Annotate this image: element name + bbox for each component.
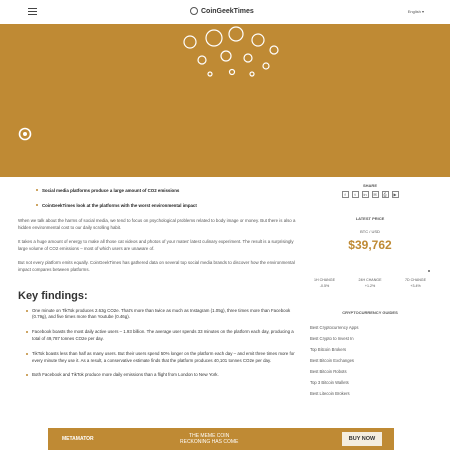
guide-link[interactable]: Best Cryptocurrency Apps <box>310 325 434 330</box>
guide-link[interactable]: Top Bitcoin Brokers <box>310 347 434 352</box>
key-findings-list: One minute on TikTok produces 2.63g CO2e… <box>18 308 303 380</box>
share-buttons: f t in ✉ ⎙ ▶ <box>306 191 434 198</box>
finding-item: One minute on TikTok produces 2.63g CO2e… <box>26 308 303 322</box>
email-share-icon[interactable]: ✉ <box>371 191 379 198</box>
change-label: 1H CHANGE <box>314 278 335 282</box>
summary-bullet: Social media platforms produce a large a… <box>36 188 303 193</box>
language-selector[interactable]: English ▾ <box>408 9 424 14</box>
price-value: $39,762 <box>348 238 392 252</box>
change-value: +1.2% <box>364 284 376 288</box>
twitter-share-icon[interactable]: t <box>351 191 359 198</box>
linkedin-share-icon[interactable]: in <box>361 191 369 198</box>
print-share-icon[interactable]: ⎙ <box>381 191 389 198</box>
share-label: SHARE <box>362 183 377 188</box>
change-value: +3.4% <box>410 284 421 288</box>
guide-link[interactable]: Top 3 Bitcoin Wallets <box>310 380 434 385</box>
summary-bullets: Social media platforms produce a large a… <box>36 188 303 208</box>
article-paragraph: But not every platform emits equally. Co… <box>18 260 295 272</box>
change-label: 24H CHANGE <box>358 278 382 282</box>
article-content: Social media platforms produce a large a… <box>18 180 303 387</box>
change-label: 7D CHANGE <box>405 278 426 282</box>
sidebar: SHARE f t in ✉ ⎙ ▶ LATEST PRICE BTC / US… <box>306 180 434 402</box>
finding-item: Both Facebook and TikTok produce more da… <box>26 372 303 379</box>
brand-watermark-icon <box>18 127 32 141</box>
finding-item: TikTok boasts less than half as many use… <box>26 351 303 365</box>
ad-headline-line-2: RECKONING HAS COME <box>180 439 239 445</box>
logo-icon <box>190 7 198 15</box>
guide-link[interactable]: Best Bitcoin Robots <box>310 369 434 374</box>
latest-price-label: LATEST PRICE <box>355 216 385 221</box>
summary-bullet: CoinGeekTimes look at the platforms with… <box>36 203 303 208</box>
price-change-table: 1H CHANGE -0.5% 24H CHANGE +1.2% 7D CHAN… <box>306 278 434 290</box>
price-pair: BTC / USD <box>360 229 380 234</box>
social-media-icons-illustration <box>183 26 279 77</box>
ad-brand: METAMATOR <box>62 436 94 442</box>
price-change-col: 7D CHANGE +3.4% <box>405 278 426 290</box>
top-bar: CoinGeekTimes English ▾ <box>0 0 450 25</box>
change-value: -0.5% <box>319 284 330 288</box>
facebook-share-icon[interactable]: f <box>341 191 349 198</box>
price-change-col: 1H CHANGE -0.5% <box>314 278 335 290</box>
menu-icon[interactable] <box>28 8 37 15</box>
site-logo[interactable]: CoinGeekTimes <box>190 7 254 15</box>
guide-link[interactable]: Best Litecoin Brokers <box>310 391 434 396</box>
price-change-col: 24H CHANGE +1.2% <box>359 278 382 290</box>
article-paragraph: It takes a huge amount of energy to make… <box>18 239 294 251</box>
finding-item: Facebook boasts the most daily active us… <box>26 329 303 343</box>
bottom-ad-banner[interactable]: METAMATOR THE MEME COIN RECKONING HAS CO… <box>48 428 394 450</box>
logo-text: CoinGeekTimes <box>201 7 254 15</box>
key-findings-heading: Key findings: <box>18 289 88 302</box>
crypto-guides-heading: CRYPTOCURRENCY GUIDES <box>342 310 398 315</box>
telegram-share-icon[interactable]: ▶ <box>391 191 399 198</box>
ad-headline: THE MEME COIN RECKONING HAS COME <box>180 433 238 445</box>
hero-banner <box>0 24 450 177</box>
guide-link[interactable]: Best Crypto to Invest In <box>310 336 434 341</box>
scroll-indicator <box>428 270 430 272</box>
buy-now-button[interactable]: BUY NOW <box>342 432 382 446</box>
crypto-guides-list: Best Cryptocurrency Apps Best Crypto to … <box>306 325 434 396</box>
article-paragraph: When we talk about the harms of social m… <box>18 218 296 230</box>
guide-link[interactable]: Best Bitcoin Exchanges <box>310 358 434 363</box>
